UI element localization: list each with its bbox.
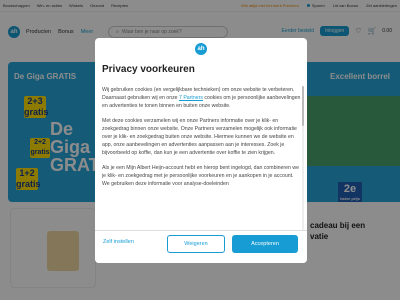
accept-button[interactable]: Accepteren — [232, 235, 298, 253]
modal-body[interactable]: Wij gebruiken cookies (en vergelijkbare … — [102, 86, 301, 230]
privacy-paragraph: Wij gebruiken cookies (en vergelijkbare … — [102, 87, 301, 110]
privacy-paragraph: Met deze cookies verzamelen wij en onze … — [102, 117, 297, 157]
partners-link[interactable]: 7 Partners — [179, 95, 203, 101]
modal-title: Privacy voorkeuren — [102, 64, 195, 75]
privacy-modal: ah Privacy voorkeuren Wij gebruiken cook… — [95, 38, 307, 263]
modal-scrollbar[interactable] — [302, 86, 304, 230]
ah-logo: ah — [195, 43, 207, 55]
settings-button[interactable]: Zelf instellen — [103, 239, 134, 245]
scrollbar-thumb[interactable] — [302, 86, 304, 126]
decline-button[interactable]: Weigeren — [167, 235, 225, 253]
privacy-paragraph: Als je een Mijn Albert Heijn-account heb… — [102, 164, 299, 188]
modal-footer: Zelf instellen Weigeren Accepteren — [95, 230, 307, 263]
